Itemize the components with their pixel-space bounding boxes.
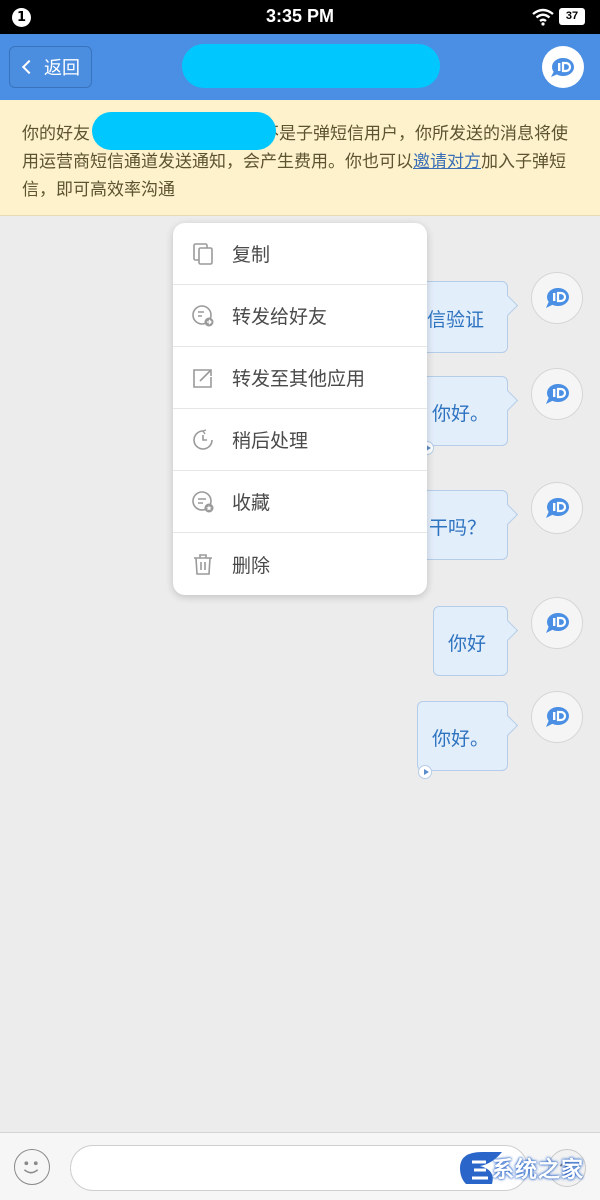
- notice-text-before: 你的好友: [22, 124, 90, 144]
- copy-icon: [193, 242, 213, 265]
- status-time: 3:35 PM: [265, 6, 335, 26]
- message-text: 信验证: [427, 309, 485, 331]
- menu-item-later[interactable]: 稍后处理: [173, 409, 427, 471]
- menu-item-share-external[interactable]: 转发至其他应用: [173, 347, 427, 409]
- message-bubble-icon: [546, 384, 569, 404]
- play-indicator-icon[interactable]: [418, 765, 432, 779]
- emoji-button[interactable]: [14, 1149, 50, 1185]
- avatar[interactable]: [531, 272, 583, 324]
- message-bubble[interactable]: 你好: [433, 606, 508, 676]
- menu-label: 稍后处理: [232, 430, 309, 452]
- message-bubble-icon: [546, 288, 569, 308]
- battery-indicator: 37: [559, 8, 585, 25]
- message-text: 干吗？: [429, 517, 487, 539]
- header-avatar[interactable]: [542, 46, 584, 88]
- message-text: 你好: [448, 633, 487, 655]
- forward-friend-icon: [192, 304, 214, 326]
- message-bubble[interactable]: 你好。: [417, 701, 508, 771]
- redacted-contact-name: [182, 44, 440, 88]
- menu-label: 转发至其他应用: [232, 368, 366, 390]
- watermark-text: 系统之家: [492, 1158, 585, 1183]
- message-bubble-icon: [546, 707, 569, 727]
- message-bubble-icon: [546, 613, 569, 633]
- menu-label: 转发给好友: [232, 306, 328, 328]
- message-text: 你好。: [432, 403, 490, 425]
- message-bubble-icon: [546, 498, 569, 518]
- menu-item-favorite[interactable]: 收藏: [173, 471, 427, 533]
- avatar[interactable]: [531, 597, 583, 649]
- back-button[interactable]: 返回: [9, 46, 92, 88]
- emoji-icon: [23, 1161, 39, 1174]
- message-bubble-icon: [551, 58, 574, 77]
- chat-header: 返回: [0, 34, 600, 100]
- menu-item-copy[interactable]: 复制: [173, 223, 427, 285]
- status-bar: 1 3:35 PM 37: [0, 0, 600, 34]
- wifi-icon: [532, 8, 554, 26]
- avatar[interactable]: [531, 691, 583, 743]
- avatar[interactable]: [531, 482, 583, 534]
- share-external-icon: [193, 368, 212, 388]
- clock-later-icon: [193, 428, 213, 450]
- favorite-icon: [192, 490, 214, 512]
- back-label: 返回: [44, 58, 80, 79]
- avatar[interactable]: [531, 368, 583, 420]
- redacted-friend-name: [92, 112, 276, 150]
- trash-icon: [194, 554, 212, 575]
- invite-link[interactable]: 邀请对方: [413, 152, 481, 172]
- message-context-menu: 复制 转发给好友 转发至其他应用 稍后处理 收藏 删除: [173, 223, 427, 595]
- menu-label: 复制: [232, 244, 271, 266]
- chevron-left-icon: [21, 59, 37, 75]
- menu-label: 收藏: [232, 492, 271, 514]
- message-text: 你好。: [432, 728, 490, 750]
- menu-label: 删除: [232, 554, 271, 577]
- sms-notice-banner: 你的好友 不是子弹短信用户，你所发送的消息将使用运营商短信通道发送通知，会产生费用…: [0, 100, 600, 216]
- menu-item-forward-friend[interactable]: 转发给好友: [173, 285, 427, 347]
- menu-item-delete[interactable]: 删除: [173, 533, 427, 595]
